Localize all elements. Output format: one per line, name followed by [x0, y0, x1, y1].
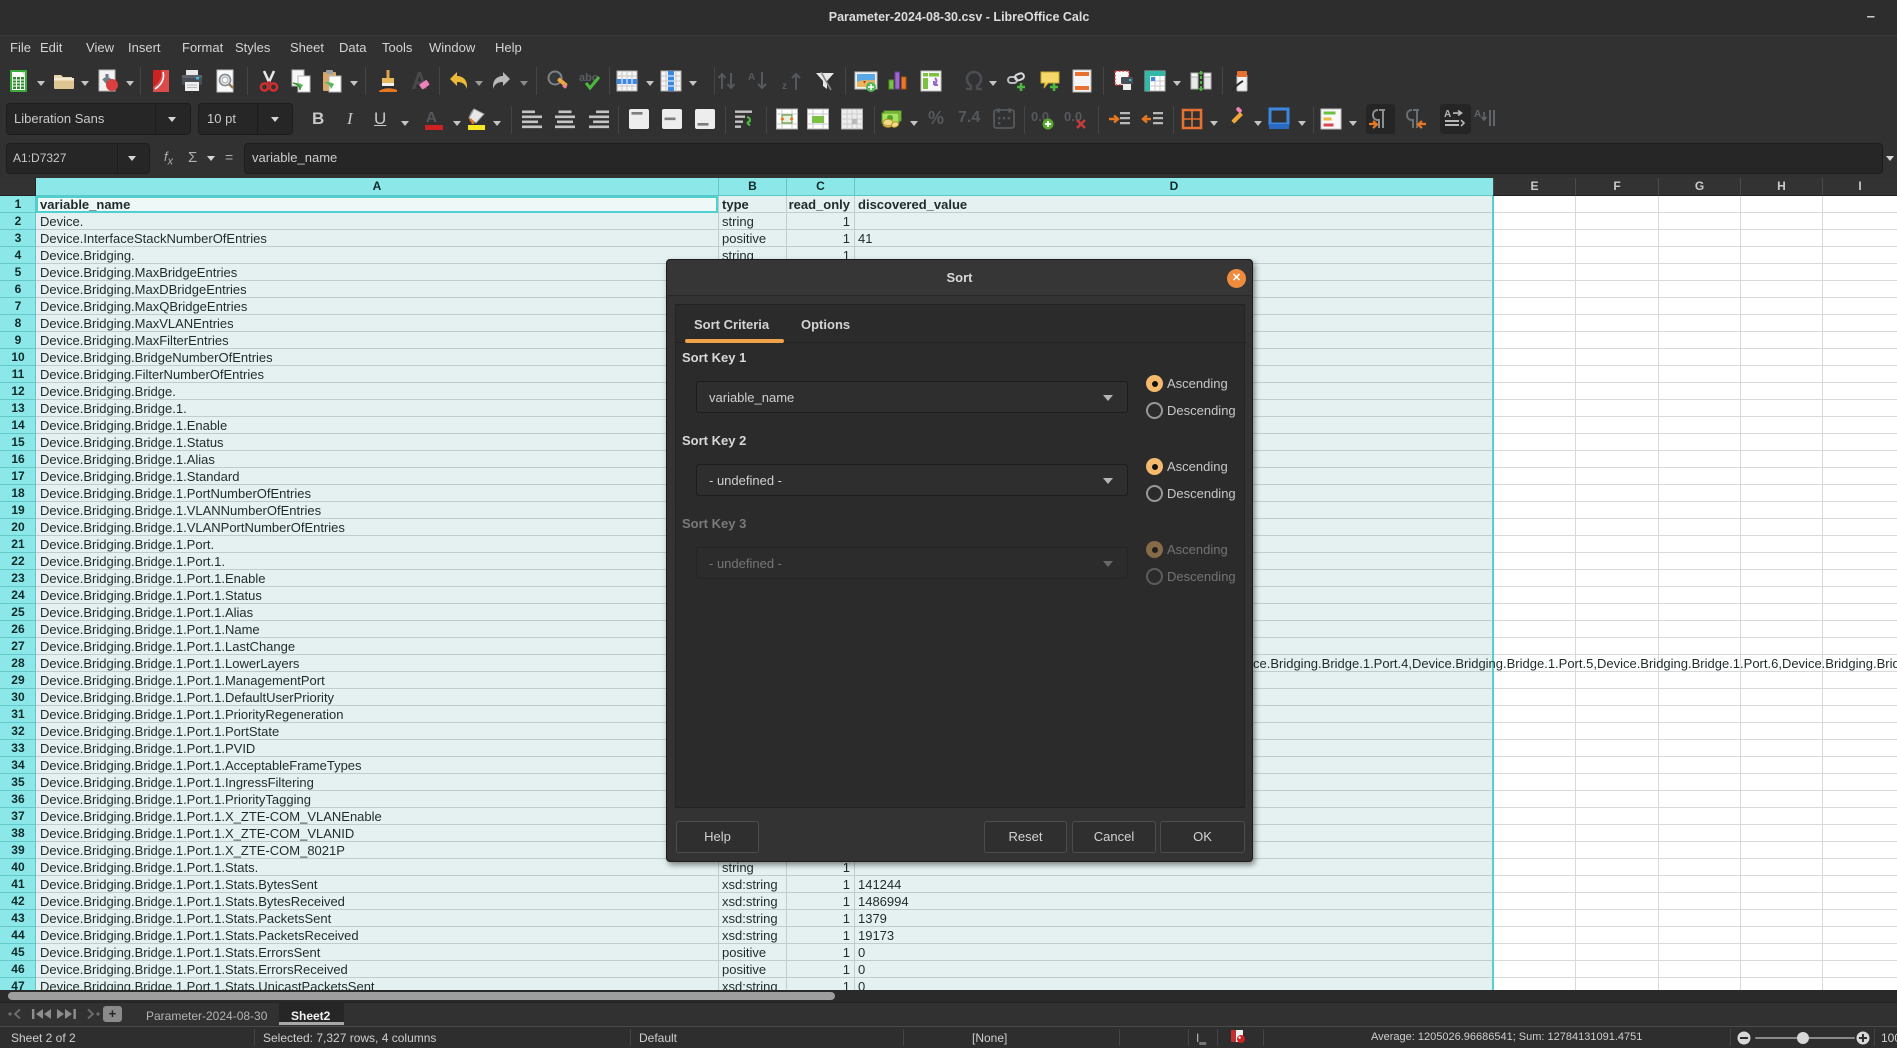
- svg-text:A: A: [1474, 109, 1481, 120]
- svg-text:z: z: [782, 81, 787, 92]
- svg-text:A: A: [1444, 109, 1451, 120]
- svg-text:A: A: [748, 72, 755, 83]
- svg-text:A: A: [426, 109, 437, 126]
